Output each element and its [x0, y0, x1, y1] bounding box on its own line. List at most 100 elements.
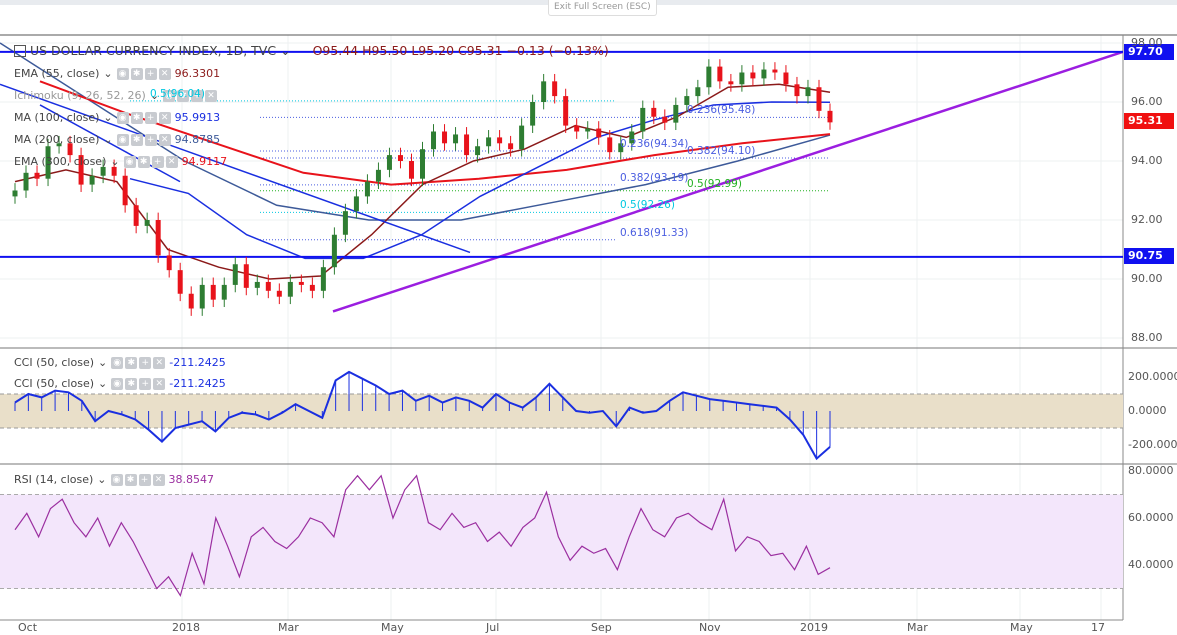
chevron-down-icon[interactable]: ⌄	[280, 43, 290, 58]
candle	[408, 161, 414, 179]
candle	[23, 172, 29, 191]
gear-icon[interactable]: ✱	[130, 67, 143, 80]
gear-icon[interactable]: ✱	[137, 155, 150, 168]
eye-icon[interactable]: ◉	[111, 377, 124, 390]
x-tick-label: Mar	[907, 621, 928, 634]
rsi-band	[0, 494, 1123, 589]
candle	[122, 175, 128, 206]
collapse-icon[interactable]	[14, 44, 26, 57]
price-tick-label: 90.00	[1131, 272, 1163, 285]
legend-value: 94.8785	[174, 133, 221, 146]
close-icon[interactable]: ✕	[158, 133, 171, 146]
indicator-legend[interactable]: EMA (55, close) ⌄ ◉ ✱ + ✕ 96.3301	[14, 67, 220, 80]
gear-icon[interactable]: ✱	[125, 377, 138, 390]
price-tick-label: 98.00	[1131, 36, 1163, 49]
cci-tick-label: 200.0000	[1128, 370, 1177, 383]
candle	[386, 155, 392, 170]
candle	[12, 190, 18, 197]
close-icon[interactable]: ✕	[152, 473, 165, 486]
legend-value: 38.8547	[168, 473, 215, 486]
candle	[144, 220, 150, 226]
candle	[530, 102, 536, 126]
close-icon[interactable]: ✕	[158, 111, 171, 124]
eye-icon[interactable]: ◉	[111, 356, 124, 369]
legend-value: -211.2425	[169, 356, 226, 369]
x-tick-label: Nov	[699, 621, 721, 634]
candle	[453, 134, 459, 144]
candle	[541, 81, 547, 102]
eye-icon[interactable]: ◉	[116, 133, 129, 146]
legend-value: 95.9913	[174, 111, 221, 124]
indicator-legend[interactable]: MA (100, close) ⌄ ◉ ✱ + ✕ 95.9913	[14, 111, 220, 124]
legend-buttons[interactable]: ◉ ✱ + ✕	[116, 133, 171, 146]
legend-value: -211.2425	[169, 377, 226, 390]
plus-icon[interactable]: +	[139, 356, 152, 369]
candle	[673, 104, 679, 123]
gear-icon[interactable]: ✱	[130, 111, 143, 124]
legend-buttons[interactable]: ◉ ✱ + ✕	[116, 111, 171, 124]
close-icon[interactable]: ✕	[205, 89, 218, 102]
plus-icon[interactable]: +	[139, 377, 152, 390]
x-tick-label: 2019	[800, 621, 828, 634]
candle	[254, 281, 260, 288]
legend-buttons[interactable]: ◉ ✱ + ✕	[110, 473, 165, 486]
rsi-legend[interactable]: RSI (14, close) ⌄ ◉ ✱ + ✕ 38.8547	[14, 473, 214, 486]
plus-icon[interactable]: +	[151, 155, 164, 168]
rsi-tick-label: 80.0000	[1128, 464, 1174, 477]
candle	[397, 155, 403, 161]
cci-tick-label: 0.0000	[1128, 404, 1167, 417]
cci-legend-2[interactable]: CCI (50, close) ⌄ ◉ ✱ + ✕ -211.2425	[14, 377, 226, 390]
candle	[364, 181, 370, 197]
gear-icon[interactable]: ✱	[124, 473, 137, 486]
candle	[166, 255, 172, 271]
exit-fullscreen-button[interactable]: Exit Full Screen (ESC)	[548, 0, 657, 16]
indicator-legend[interactable]: EMA (300, close) ⌄ ◉ ✱ + ✕ 94.9117	[14, 155, 227, 168]
indicator-legend[interactable]: MA (200, close) ⌄ ◉ ✱ + ✕ 94.8785	[14, 133, 220, 146]
candle	[232, 264, 238, 285]
price-tick-label: 88.00	[1131, 331, 1163, 344]
plus-icon[interactable]: +	[138, 473, 151, 486]
candle	[431, 131, 437, 150]
candle	[89, 175, 95, 185]
legend-label: EMA (300, close)	[14, 155, 107, 168]
eye-icon[interactable]: ◉	[123, 155, 136, 168]
candle	[243, 264, 249, 288]
candle	[210, 284, 216, 300]
close-icon[interactable]: ✕	[158, 67, 171, 80]
cci-legend-1[interactable]: CCI (50, close) ⌄ ◉ ✱ + ✕ -211.2425	[14, 356, 226, 369]
candle	[596, 128, 602, 138]
x-tick-label: Jul	[486, 621, 500, 634]
candle	[486, 137, 492, 147]
plus-icon[interactable]: +	[144, 133, 157, 146]
plus-icon[interactable]: +	[144, 111, 157, 124]
legend-label: MA (100, close)	[14, 111, 100, 124]
fib-level-label: 0.382(93.19)	[620, 171, 689, 184]
candle	[111, 166, 117, 176]
candle	[133, 205, 139, 226]
legend-buttons[interactable]: ◉ ✱ + ✕	[123, 155, 178, 168]
legend-buttons[interactable]: ◉ ✱ + ✕	[116, 67, 171, 80]
gear-icon[interactable]: ✱	[130, 133, 143, 146]
plus-icon[interactable]: +	[144, 67, 157, 80]
symbol-legend[interactable]: US DOLLAR CURRENCY INDEX, 1D, TVC ⌄ O95.4…	[14, 43, 609, 58]
candle	[298, 281, 304, 285]
fib-level-label: 0.236(94.34)	[620, 137, 689, 150]
candle	[375, 169, 381, 182]
close-icon[interactable]: ✕	[153, 377, 166, 390]
symbol-title: US DOLLAR CURRENCY INDEX, 1D, TVC	[30, 43, 277, 58]
legend-buttons[interactable]: ◉ ✱ + ✕	[111, 377, 166, 390]
x-tick-label: May	[1010, 621, 1033, 634]
candle	[662, 116, 668, 123]
legend-buttons[interactable]: ◉ ✱ + ✕	[111, 356, 166, 369]
last-price-tag: 95.31	[1124, 113, 1174, 129]
price-tick-label: 96.00	[1131, 95, 1163, 108]
candle	[276, 290, 282, 297]
fib-level-label: 0.236(95.48)	[687, 104, 756, 117]
eye-icon[interactable]: ◉	[116, 67, 129, 80]
close-icon[interactable]: ✕	[153, 356, 166, 369]
candle	[640, 107, 646, 132]
gear-icon[interactable]: ✱	[125, 356, 138, 369]
close-icon[interactable]: ✕	[165, 155, 178, 168]
eye-icon[interactable]: ◉	[110, 473, 123, 486]
eye-icon[interactable]: ◉	[116, 111, 129, 124]
